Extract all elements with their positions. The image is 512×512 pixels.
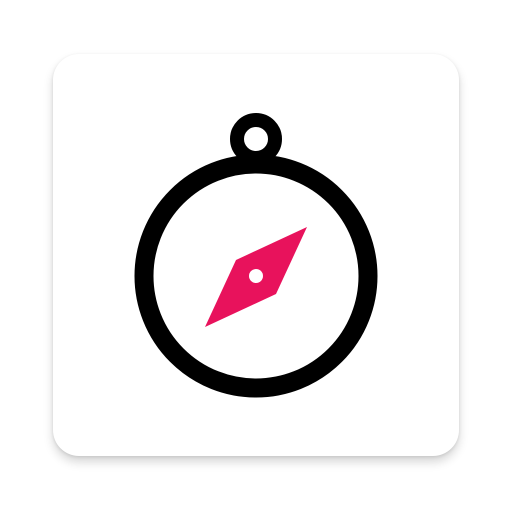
compass-loop xyxy=(230,113,282,165)
compass-pivot xyxy=(249,269,263,283)
compass-icon xyxy=(134,113,378,398)
icon-stage xyxy=(0,0,512,512)
